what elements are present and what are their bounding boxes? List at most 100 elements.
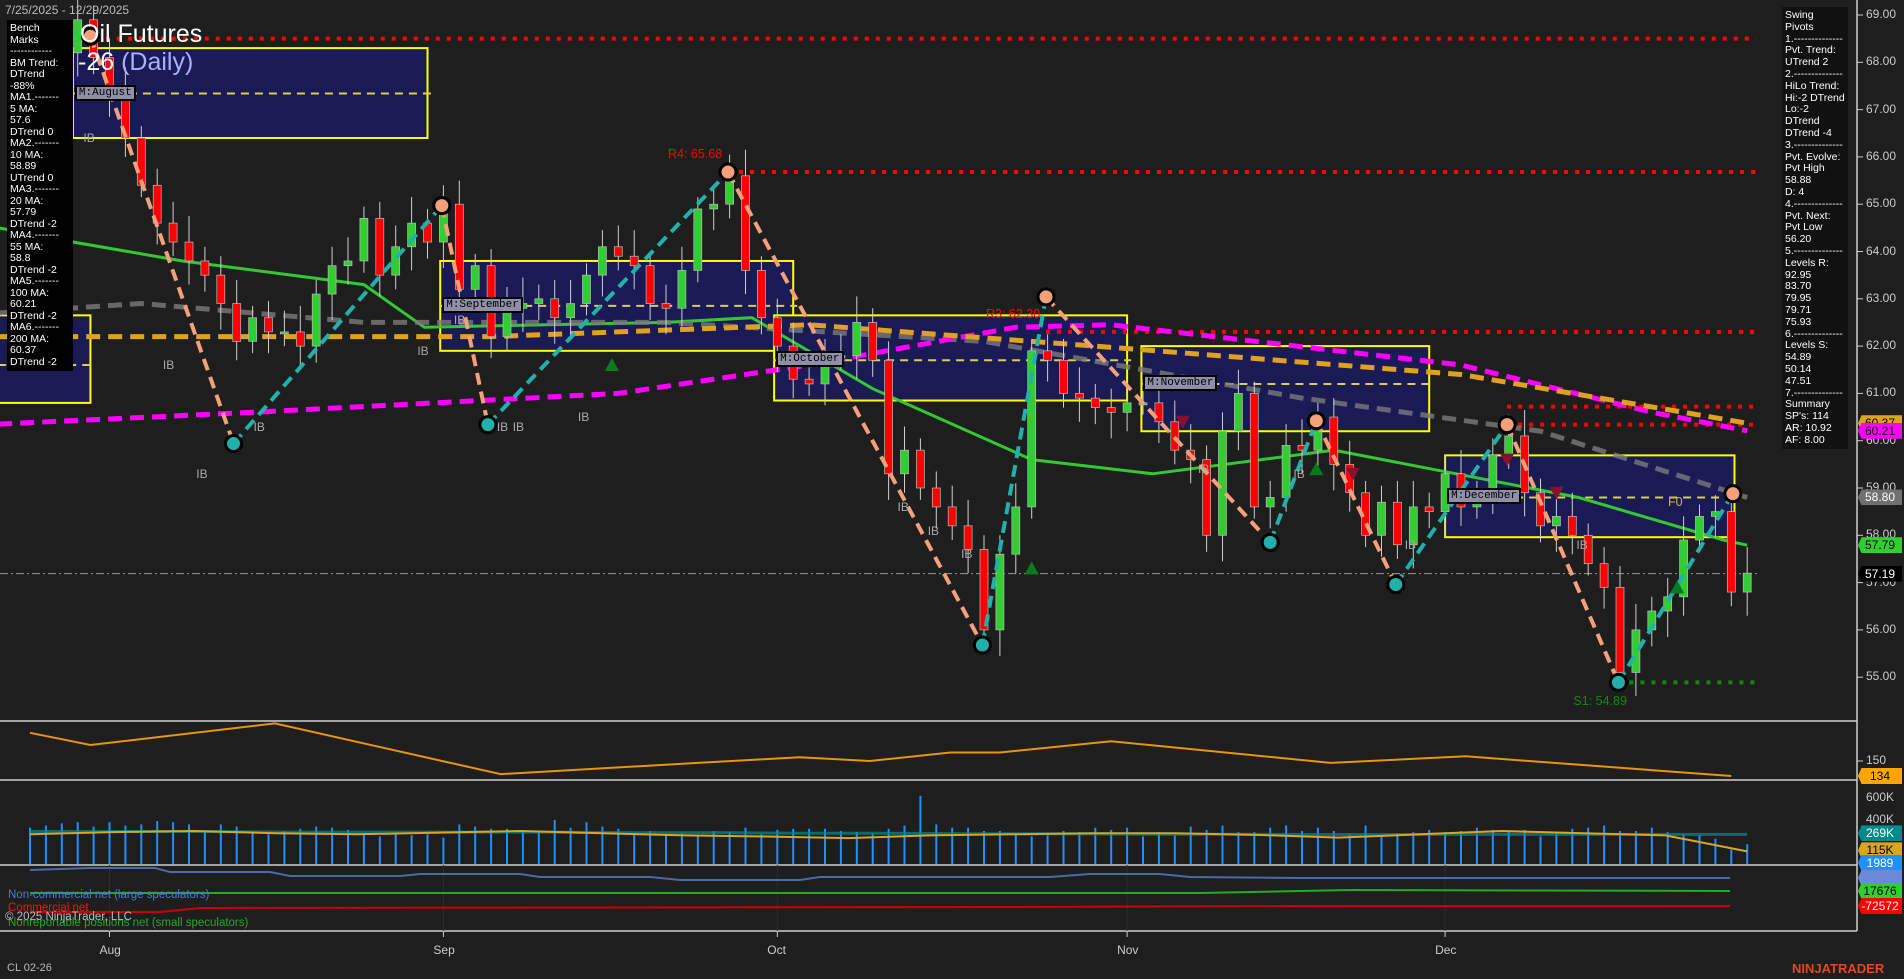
candle-body [630,256,638,265]
info-line: 57.6 [10,115,70,127]
candle-body [1632,630,1640,673]
y-tick-label: 69.00 [1866,7,1896,21]
candle-body [360,218,368,261]
y-tick-label: 67.00 [1866,102,1896,116]
info-line: 47.51 [1785,376,1845,388]
candle [1393,481,1401,559]
ib-label: IB [417,344,428,358]
candle-body [853,322,861,355]
candle [344,237,352,284]
candle-body [1425,507,1433,512]
candle [328,247,336,320]
candle-body [551,299,559,318]
ib-label: IB [961,547,972,561]
y-tick-label: 65.00 [1866,196,1896,210]
x-tick-label: Sep [433,943,454,957]
info-line: 58.8 [10,253,70,265]
candle-body [1044,351,1052,360]
candle-body [901,450,909,474]
candle-body [1171,422,1179,450]
candle-body [280,332,288,334]
candle-body [614,247,622,256]
info-line: MA6.------- [10,322,70,334]
info-line: Lo:-2 DTrend [1785,104,1845,128]
swing-pivot-marker [226,436,242,452]
commercial-line [30,906,1730,912]
ib-label: IB [454,313,465,327]
candle-body [646,266,654,304]
candle-body [694,209,702,270]
bench-marks-panel: Bench Marks------------BM Trend:DTrend -… [7,20,73,371]
price-chart[interactable] [0,0,1904,979]
info-line: DTrend -2 [10,357,70,369]
candle-body [1234,393,1242,431]
noncommercial-line [30,868,1730,880]
chart-subtitle: -26 (Daily) [78,48,193,77]
candle-body [1250,393,1258,507]
candle-body [1616,587,1624,672]
y-tick-label: 61.00 [1866,385,1896,399]
info-line: Levels R: [1785,258,1845,270]
info-line: MA2.------- [10,138,70,150]
candle [1425,493,1433,528]
candle [996,535,1004,656]
info-line: 75.93 [1785,317,1845,329]
level-label: S1: 54.89 [1573,694,1627,708]
info-line: Bench Marks [10,23,70,46]
candle-body [1075,393,1083,398]
candle [408,197,416,270]
copyright: © 2025 NinjaTrader, LLC [5,911,132,923]
indicator-tick-label: 150 [1866,753,1886,767]
price-tag: 57.19 [1858,566,1902,582]
swing-pivot-marker [1262,534,1278,550]
info-line: MA3.------- [10,184,70,196]
info-line: HiLo Trend: [1785,81,1845,93]
up-triangle-icon [605,358,619,371]
candle-body [1568,516,1576,535]
candle [710,188,718,231]
swing-pivot-marker [1725,486,1741,502]
info-line: 4.-------------- [1785,199,1845,211]
candle [1409,481,1417,569]
volume-tag: 269K [1858,825,1902,841]
y-tick-label: 56.00 [1866,622,1896,636]
swing-pivot-marker [974,637,990,653]
candle-body [869,322,877,360]
candle [169,202,177,256]
chart-title: Oil Futures [80,20,202,49]
level-label: R3: 62.30 [986,307,1040,321]
candle [296,306,304,370]
volume-tick-label: 600K [1866,790,1894,804]
candle-body [1012,507,1020,554]
candle-body [249,318,257,342]
candle-body [312,294,320,346]
candle-body [201,261,209,275]
info-line: D: 4 [1785,187,1845,199]
y-tick-label: 62.00 [1866,338,1896,352]
swing-leg [1270,421,1316,543]
candle-body [964,526,972,550]
instrument-label: CL 02-26 [7,962,52,974]
info-line: 5.-------------- [1785,246,1845,258]
candle-body [1155,403,1163,422]
swing-pivot-marker [1308,413,1324,429]
candle [980,535,988,646]
month-box-label: M:December [1447,488,1521,504]
info-line: 60.21 [10,299,70,311]
legend-noncommercial: Non-commercial net (large speculators) [8,889,209,901]
info-line: 57.79 [10,207,70,219]
info-line: MA5.------- [10,276,70,288]
indicator-line [30,723,1731,776]
candle [1664,578,1672,637]
candle [1648,597,1656,647]
candle-body [1219,431,1227,535]
candle [1600,547,1608,608]
swing-pivot-marker [1499,417,1515,433]
candle-body [1505,436,1513,455]
candle-body [1378,502,1386,535]
candle-body [948,507,956,526]
info-line: 50.14 [1785,364,1845,376]
swing-pivot-marker [434,198,450,214]
nonreportable-tag: 17676 [1858,883,1902,899]
ib-label: IB [928,524,939,538]
